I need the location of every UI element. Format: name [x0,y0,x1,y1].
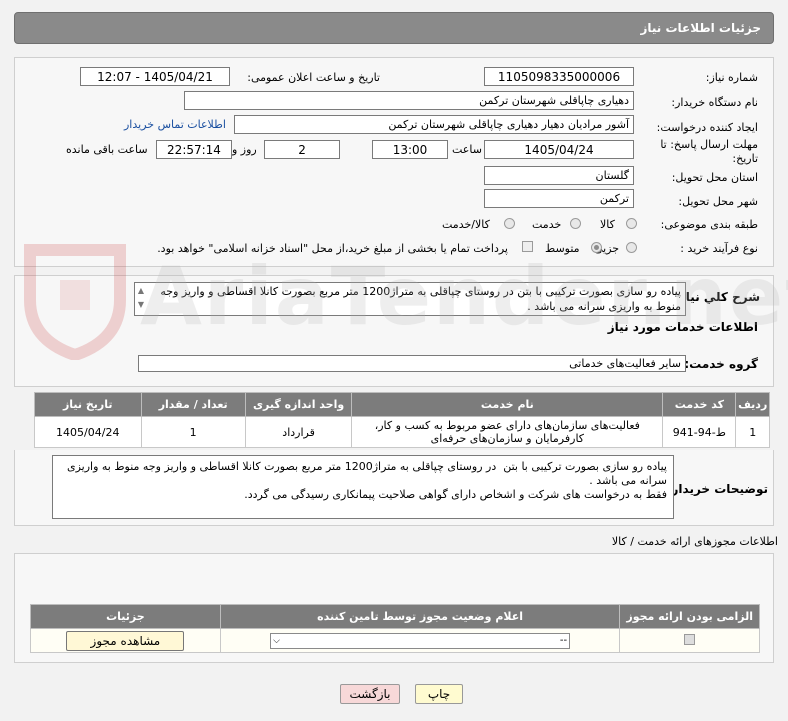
cell-code: ط-94-941 [662,416,737,448]
cell-date: 1405/04/24 [34,416,142,448]
print-button[interactable]: چاپ [415,684,463,704]
category-radio-goods[interactable] [626,218,637,229]
permits-table: الزامی بودن ارائه مجوز اعلام وضعیت مجوز … [30,604,760,653]
buyer-org-label: نام دستگاه خریدار: [671,96,758,109]
category-radio-goods-service[interactable] [504,218,515,229]
col-qty: تعداد / مقدار [140,392,246,417]
category-option-service: خدمت [532,218,562,231]
cell-row: 1 [735,416,770,448]
buyer-notes-label: توضیحات خریدار: [666,482,768,496]
announce-date-label: تاریخ و ساعت اعلان عمومی: [247,71,380,84]
col-permit-details: جزئیات [30,604,221,629]
deadline-label: مهلت ارسال پاسخ: تا [660,138,758,151]
category-option-goods: کالا [600,218,615,231]
chevron-down-icon: ⌵ [273,635,280,646]
province-label: استان محل تحویل: [671,171,758,184]
cell-unit: قرارداد [244,416,353,448]
remaining-time-field[interactable]: 22:57:14 [156,140,232,159]
days-label: روز و [232,143,257,156]
page-header: جزئیات اطلاعات نیاز [14,12,774,44]
province-field[interactable]: گلستان [484,166,634,185]
treasury-payment-note: پرداخت تمام یا بخشی از مبلغ خرید،از محل … [157,242,508,255]
col-code: کد خدمت [662,392,737,417]
back-button[interactable]: بازگشت [340,684,400,704]
services-table: ردیف کد خدمت نام خدمت واحد اندازه گیری ت… [34,392,770,448]
cell-qty: 1 [140,416,246,448]
col-date: تاریخ نیاز [34,392,142,417]
deadline-date-label: تاریخ: [732,152,758,165]
buyer-contact-link[interactable]: اطلاعات تماس خریدار [124,118,226,131]
view-permit-button[interactable]: مشاهده مجوز [66,630,185,651]
table-row: -- ⌵ مشاهده مجوز [30,628,760,653]
need-info-panel [14,57,774,267]
purchase-radio-minor[interactable] [626,242,637,253]
city-label: شهر محل تحویل: [678,195,758,208]
services-section-title: اطلاعات خدمات مورد نیاز [607,320,758,334]
remaining-label: ساعت باقی مانده [66,143,148,156]
buyer-org-field[interactable]: دهیاری چاپاقلی شهرستان ترکمن [184,91,634,110]
category-radio-service[interactable] [570,218,581,229]
deadline-time-label: ساعت [452,143,482,156]
treasury-checkbox[interactable] [522,241,533,252]
purchase-option-medium: متوسط [545,242,580,255]
permits-title: اطلاعات مجوزهای ارائه خدمت / کالا [611,535,778,548]
deadline-time-field[interactable]: 13:00 [372,140,448,159]
announce-date-field[interactable]: 1405/04/21 - 12:07 [80,67,230,86]
summary-scroll-arrows[interactable]: ▲ ▼ [136,284,146,314]
table-row: 1 ط-94-941 فعالیت‌های سازمان‌های دارای ع… [34,416,770,448]
col-unit: واحد اندازه گیری [244,392,353,417]
summary-textarea[interactable]: پیاده رو سازی بصورت ترکیبی با بتن در روس… [134,282,686,316]
purchase-radio-medium[interactable] [591,242,602,253]
permit-details-cell: مشاهده مجوز [30,628,221,653]
remaining-days-field[interactable]: 2 [264,140,340,159]
city-field[interactable]: ترکمن [484,189,634,208]
requester-label: ایجاد کننده درخواست: [656,121,758,134]
service-group-label: گروه خدمت: [684,357,758,371]
summary-label: شرح کلي نياز: [674,290,760,304]
col-permit-required: الزامی بودن ارائه مجوز [619,604,760,629]
col-permit-status: اعلام وضعیت مجوز توسط تامین کننده [219,604,621,629]
page-title: جزئیات اطلاعات نیاز [640,21,761,35]
need-number-field[interactable]: 1105098335000006 [484,67,634,86]
need-number-label: شماره نیاز: [705,71,758,84]
deadline-date-field[interactable]: 1405/04/24 [484,140,634,159]
purchase-type-label: نوع فرآیند خرید : [680,242,758,255]
permit-required-cell [619,628,760,653]
buyer-notes-textarea[interactable]: پیاده رو سازی بصورت ترکیبی با بتن در روس… [52,455,674,519]
col-name: نام خدمت [351,392,664,417]
col-row: ردیف [735,392,770,417]
permit-status-value: -- [559,635,568,646]
category-option-goods-service: کالا/خدمت [442,218,490,231]
service-group-field[interactable]: سایر فعالیت‌های خدماتی [138,355,686,372]
permit-status-cell: -- ⌵ [219,628,621,653]
requester-field[interactable]: آشور مرادیان دهیار دهیاری چاپاقلی شهرستا… [234,115,634,134]
category-label: طبقه بندی موضوعی: [660,218,758,231]
cell-name: فعالیت‌های سازمان‌های دارای عضو مربوط به… [351,416,664,448]
permit-required-checkbox [684,633,696,645]
permit-status-select[interactable]: -- ⌵ [270,632,571,649]
